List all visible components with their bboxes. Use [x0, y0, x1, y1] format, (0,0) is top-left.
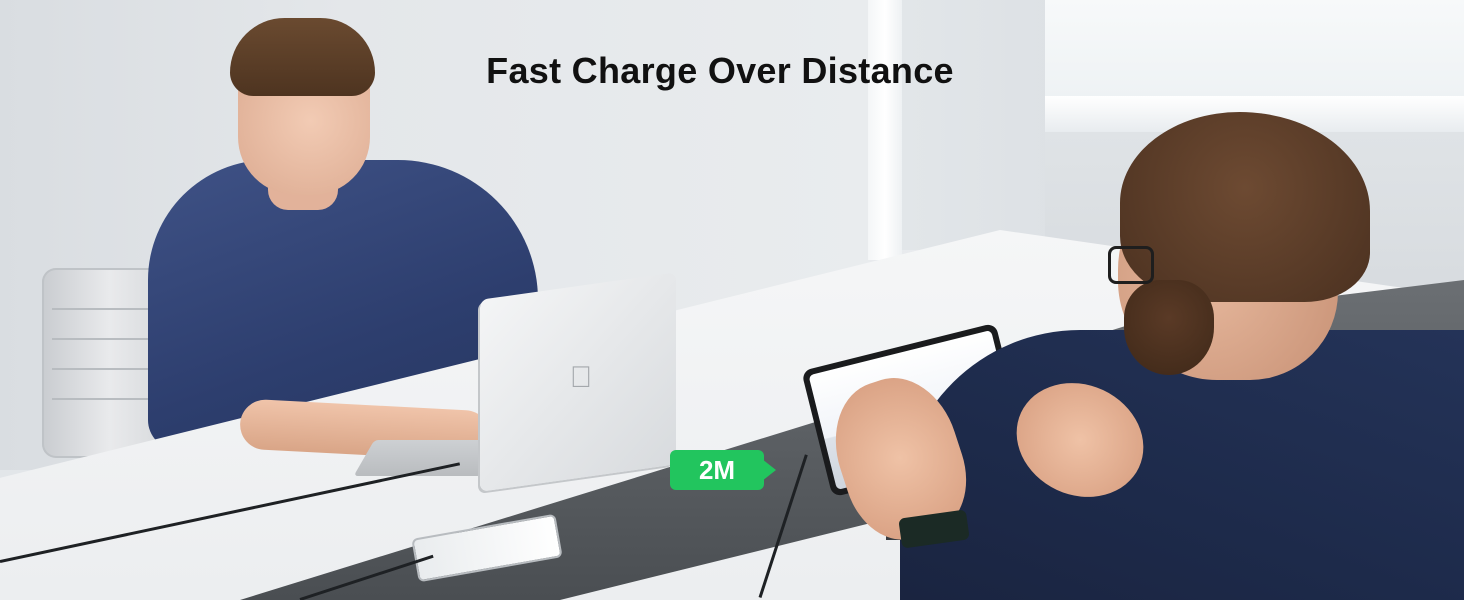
left-person-hair: [230, 18, 375, 96]
right-person-beard: [1124, 280, 1214, 375]
eyeglasses-icon: [1108, 246, 1154, 284]
window: [1045, 0, 1464, 100]
apple-logo-icon: : [568, 361, 594, 394]
background-wall-right: [902, 0, 1052, 250]
headline: Fast Charge Over Distance: [486, 50, 954, 91]
product-photo-scene:  Fast Charge Over Distance 2M: [0, 0, 1464, 600]
wall-pillar: [868, 0, 902, 260]
cable-length-badge: 2M: [670, 450, 764, 490]
badge-pointer: [762, 459, 776, 481]
